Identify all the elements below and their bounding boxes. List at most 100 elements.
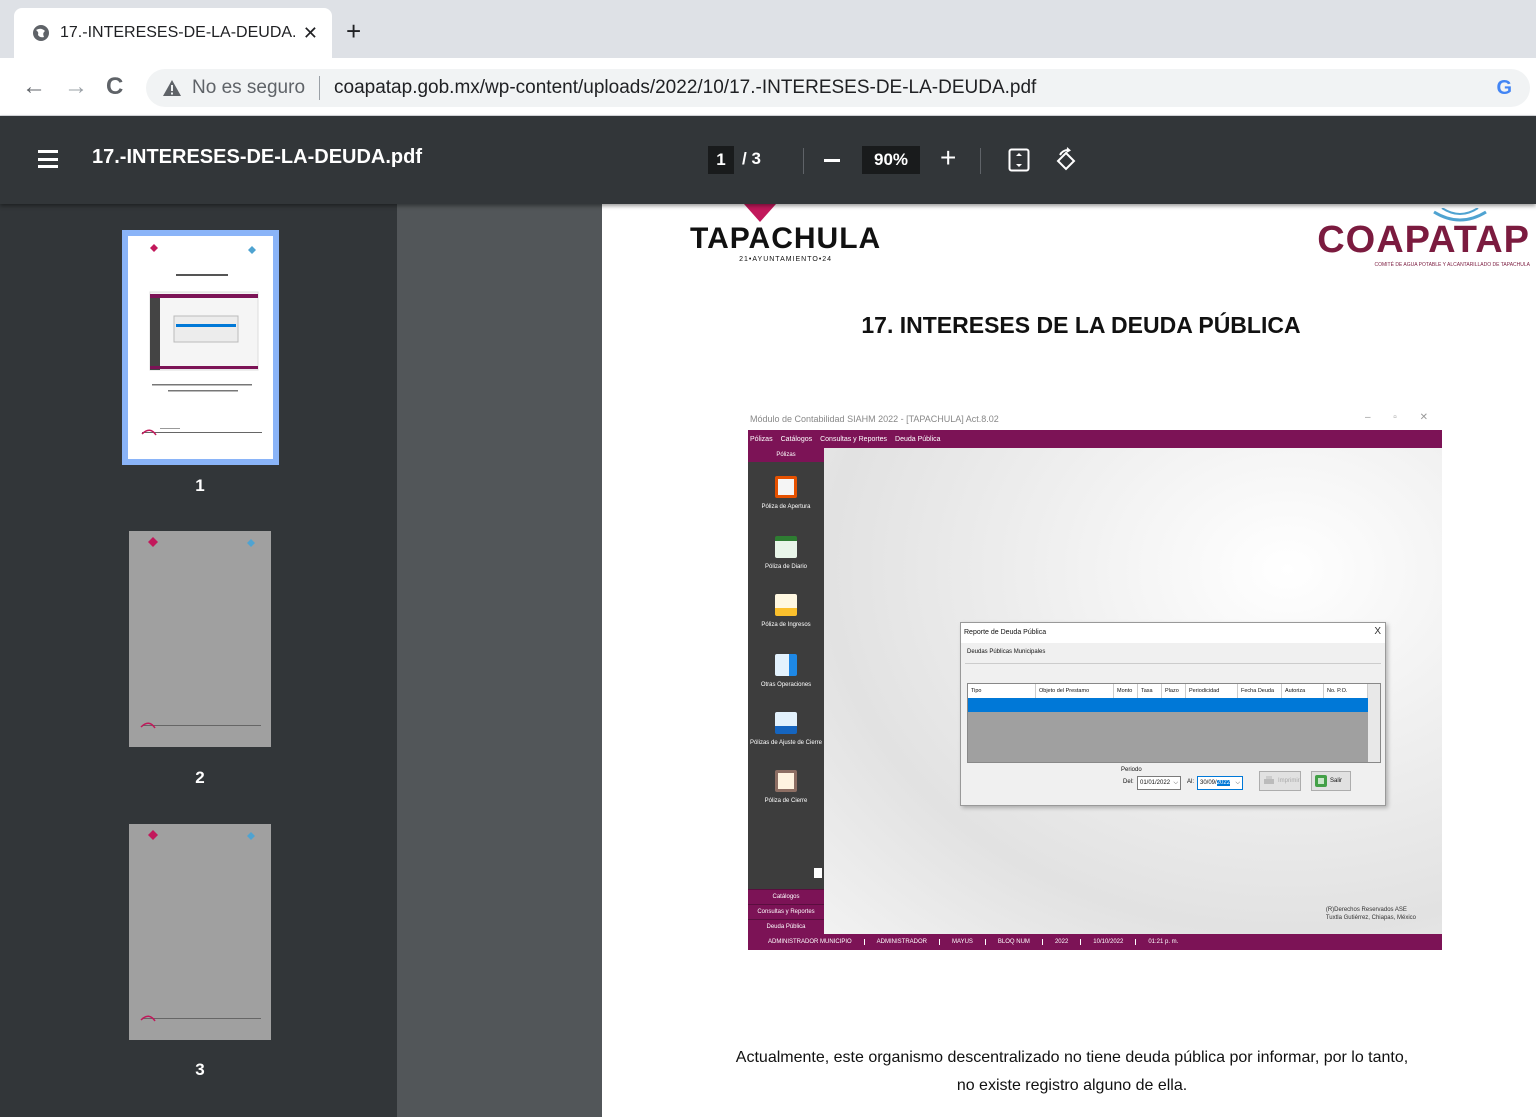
omnibox-separator [319, 76, 321, 100]
thumbnail-label: 3 [195, 1060, 205, 1079]
app-copyright: (R)Derechos Reservados ASE Tuxtla Gutiér… [1325, 907, 1416, 921]
grid-col: Plazo [1162, 684, 1186, 698]
address-bar[interactable]: No es seguro coapatap.gob.mx/wp-content/… [146, 69, 1530, 107]
grid-col: Monto [1114, 684, 1138, 698]
tab-strip: 17.-INTERESES-DE-LA-DEUDA.pd ✕ + [0, 0, 1536, 58]
grid-col: Tasa [1138, 684, 1162, 698]
tapachula-emblem-icon [744, 204, 776, 222]
app-side-item: Póliza de Apertura [748, 476, 824, 510]
dialog-close-icon: X [1374, 626, 1381, 637]
zoom-out-button[interactable] [824, 159, 840, 162]
app-side-header: Pólizas [748, 448, 824, 462]
grid-col: Periodicidad [1186, 684, 1238, 698]
toolbar-divider [980, 148, 981, 174]
thumbnail-image [128, 236, 273, 459]
logo-left-name: TAPACHULA [690, 222, 882, 255]
toolbar-divider [803, 148, 804, 174]
zoom-in-button[interactable]: + [940, 143, 956, 173]
ingresos-icon [775, 594, 797, 616]
google-icon[interactable]: G [1496, 77, 1512, 100]
exit-icon [1315, 775, 1327, 787]
app-side-item: Póliza de Cierre [748, 770, 824, 804]
chevron-down-icon: ⌵ [1235, 780, 1240, 786]
browser-toolbar: ← → C No es seguro coapatap.gob.mx/wp-co… [0, 58, 1536, 116]
app-side-bottom-item: Consultas y Reportes [748, 904, 824, 919]
status-item: MAYUS [940, 939, 986, 945]
grid-col: No. P.O. [1324, 684, 1368, 698]
app-side-item: Otras Operaciones [748, 654, 824, 688]
app-menu-item: Catálogos [780, 435, 813, 443]
thumbnail-page-2[interactable] [129, 531, 271, 747]
diario-icon [775, 536, 797, 558]
fit-page-icon[interactable] [1008, 148, 1030, 172]
app-statusbar: ADMINISTRADOR MUNICIPIO ADMINISTRADOR MA… [748, 934, 1442, 950]
logo-right-name: COAPATAP [1317, 219, 1530, 261]
warning-icon[interactable] [162, 79, 182, 97]
app-desktop: (R)Derechos Reservados ASE Tuxtla Gutiér… [824, 448, 1442, 934]
thumbnail-page-1[interactable] [122, 230, 279, 465]
globe-icon [33, 25, 49, 41]
grid-header: Tipo Objeto del Prestamo Monto Tasa Plaz… [968, 684, 1368, 698]
status-item: ADMINISTRADOR MUNICIPIO [756, 939, 865, 945]
thumbnail-page-3[interactable] [129, 824, 271, 1040]
browser-tab[interactable]: 17.-INTERESES-DE-LA-DEUDA.pd ✕ [14, 8, 332, 58]
operaciones-icon [775, 654, 797, 676]
rotate-icon[interactable] [1054, 147, 1078, 173]
to-label: Al: [1187, 779, 1195, 785]
status-item: 10/10/2022 [1081, 939, 1137, 945]
app-side-scroll [814, 868, 822, 878]
grid-col: Fecha Deuda [1238, 684, 1282, 698]
dialog-title: Reporte de Deuda Pública [961, 623, 1385, 643]
tab-close-button[interactable]: ✕ [303, 23, 318, 44]
thumbnail-content [141, 244, 262, 436]
status-item: 01:21 p. m. [1148, 939, 1179, 945]
app-menu-item: Consultas y Reportes [820, 435, 888, 443]
zoom-input[interactable]: 90% [862, 146, 920, 174]
status-item: BLOQ NUM [986, 939, 1043, 945]
coapatap-wave-icon [1433, 208, 1487, 222]
dialog-subtitle: Deudas Públicas Municipales [967, 649, 1046, 655]
page-number-input[interactable]: 1 [708, 146, 734, 174]
reload-button[interactable]: C [106, 72, 123, 102]
thumbnail-sidebar: 1 2 3 [0, 204, 397, 1117]
forward-button[interactable]: → [64, 72, 88, 102]
thumbnail-content [140, 537, 261, 729]
from-date-combo: 01/01/2022 ⌵ [1137, 776, 1181, 790]
document-title: 17. INTERESES DE LA DEUDA PÚBLICA [861, 312, 1301, 338]
from-label: Del: [1123, 779, 1134, 785]
grid-scrollbar [1368, 684, 1380, 762]
menu-icon[interactable] [38, 150, 58, 168]
app-window-title: Módulo de Contabilidad SIAHM 2022 - [TAP… [750, 414, 999, 424]
grid-selected-row [968, 698, 1368, 712]
printer-icon [1264, 776, 1274, 784]
embedded-screenshot: Módulo de Contabilidad SIAHM 2022 - [TAP… [746, 408, 1444, 954]
thumbnail-label: 1 [195, 476, 205, 495]
app-side-bottom-item: Deuda Pública [748, 919, 824, 934]
logo-left-sub: 21•AYUNTAMIENTO•24 [739, 256, 833, 263]
app-menubar: Pólizas Catálogos Consultas y Reportes D… [748, 430, 1442, 448]
document-body: Actualmente, este organismo descentraliz… [722, 1044, 1422, 1100]
url-text[interactable]: coapatap.gob.mx/wp-content/uploads/2022/… [334, 77, 1496, 99]
cierre-icon [775, 770, 797, 792]
exit-button: Salir [1311, 771, 1351, 791]
app-menu-item: Pólizas [750, 435, 773, 443]
ajuste-icon [775, 712, 797, 734]
coapatap-logo: COAPATAP COMITÉ DE AGUA POTABLE Y ALCANT… [1317, 208, 1530, 268]
security-label[interactable]: No es seguro [192, 77, 305, 99]
grid-col: Objeto del Prestamo [1036, 684, 1114, 698]
back-button[interactable]: ← [22, 72, 46, 102]
app-side-item: Póliza de Ingresos [748, 594, 824, 628]
logo-right-sub: COMITÉ DE AGUA POTABLE Y ALCANTARILLADO … [1374, 262, 1530, 268]
thumbnail-content [140, 830, 261, 1022]
app-side-bottom: Catálogos Consultas y Reportes Deuda Púb… [748, 889, 824, 934]
app-menu-item: Deuda Pública [895, 435, 941, 443]
app-side-bottom-item: Catálogos [748, 889, 824, 904]
grid-col: Tipo [968, 684, 1036, 698]
app-side-item: Pólizas de Ajuste de Cierre [748, 712, 824, 746]
body-line: Actualmente, este organismo descentraliz… [735, 1049, 1409, 1066]
app-window-controls: – ▫ ✕ [1364, 412, 1438, 423]
period-label: Periodo [1121, 767, 1142, 773]
new-tab-button[interactable]: + [346, 16, 361, 46]
page-total: / 3 [742, 149, 761, 168]
deuda-grid: Tipo Objeto del Prestamo Monto Tasa Plaz… [967, 683, 1381, 763]
